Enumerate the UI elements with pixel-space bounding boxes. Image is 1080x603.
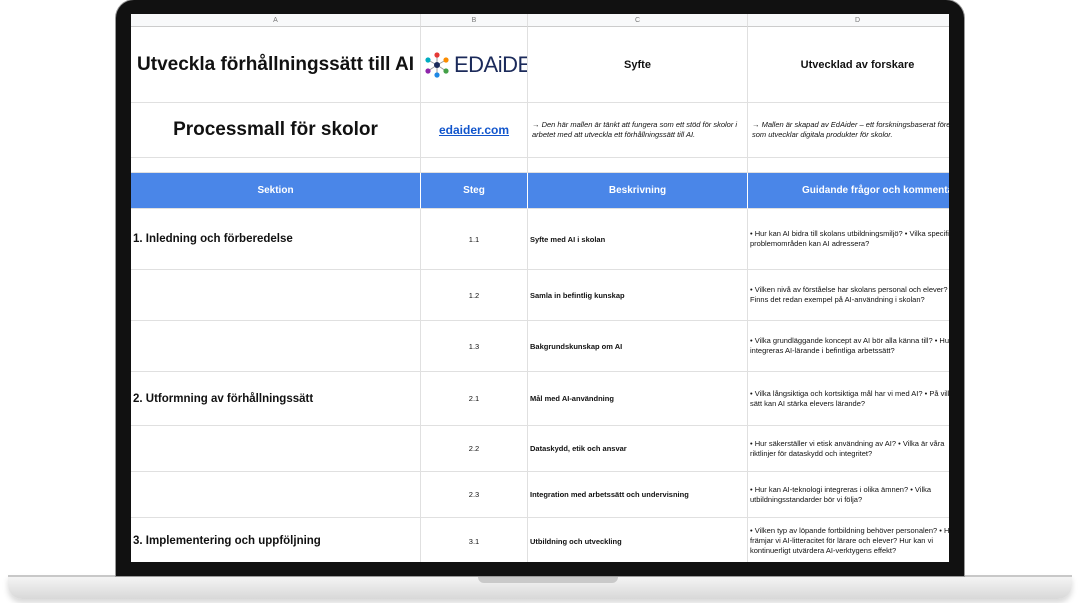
section-cell[interactable]: [131, 270, 421, 321]
step-cell[interactable]: 1.3: [421, 321, 528, 372]
guidance-cell[interactable]: • Vilka långsiktiga och kortsiktiga mål …: [748, 372, 949, 426]
sheet-title[interactable]: Utveckla förhållningssätt till AI: [131, 27, 421, 103]
purpose-note[interactable]: → Den här mallen är tänkt att fungera so…: [528, 103, 748, 158]
table-header-guidance[interactable]: Guidande frågor och kommentarer: [748, 173, 949, 209]
section-cell[interactable]: 1. Inledning och förberedelse: [131, 209, 421, 270]
description-cell[interactable]: Integration med arbetssätt och undervisn…: [528, 472, 748, 518]
section-cell[interactable]: [131, 472, 421, 518]
guidance-cell[interactable]: • Hur kan AI bidra till skolans utbildni…: [748, 209, 949, 270]
logo-wordmark: EDAiDER: [454, 51, 527, 77]
table-header-description[interactable]: Beskrivning: [528, 173, 748, 209]
column-header-b[interactable]: B: [421, 14, 528, 27]
developed-by-label[interactable]: Utvecklad av forskare: [748, 27, 949, 103]
step-cell[interactable]: 1.2: [421, 270, 528, 321]
sheet-subtitle[interactable]: Processmall för skolor: [131, 103, 421, 158]
description-cell[interactable]: Syfte med AI i skolan: [528, 209, 748, 270]
spacer-cell[interactable]: [131, 158, 421, 173]
section-cell[interactable]: 2. Utformning av förhållningssätt: [131, 372, 421, 426]
spacer-cell[interactable]: [528, 158, 748, 173]
step-cell[interactable]: 1.1: [421, 209, 528, 270]
table-header-step[interactable]: Steg: [421, 173, 528, 209]
laptop-base: [8, 575, 1072, 599]
logo-cell[interactable]: EDAiDER: [421, 27, 528, 103]
description-cell[interactable]: Samla in befintlig kunskap: [528, 270, 748, 321]
description-cell[interactable]: Bakgrundskunskap om AI: [528, 321, 748, 372]
section-cell[interactable]: [131, 426, 421, 472]
guidance-cell[interactable]: • Vilka grundläggande koncept av AI bör …: [748, 321, 949, 372]
step-cell[interactable]: 3.1: [421, 518, 528, 562]
guidance-cell[interactable]: • Vilken typ av löpande fortbildning beh…: [748, 518, 949, 562]
table-header-section[interactable]: Sektion: [131, 173, 421, 209]
purpose-note-text: → Den här mallen är tänkt att fungera so…: [532, 120, 738, 139]
guidance-cell[interactable]: • Vilken nivå av förståelse har skolans …: [748, 270, 949, 321]
column-header-a[interactable]: A: [131, 14, 421, 27]
guidance-cell[interactable]: • Hur kan AI-teknologi integreras i olik…: [748, 472, 949, 518]
step-cell[interactable]: 2.1: [421, 372, 528, 426]
spacer-cell[interactable]: [421, 158, 528, 173]
molecule-logo-icon: [425, 51, 449, 78]
description-cell[interactable]: Mål med AI-användning: [528, 372, 748, 426]
website-link[interactable]: edaider.com: [421, 103, 528, 158]
guidance-cell[interactable]: • Hur säkerställer vi etisk användning a…: [748, 426, 949, 472]
developed-by-note[interactable]: → Mallen är skapad av EdAider – ett fors…: [748, 103, 949, 158]
laptop-notch: [478, 577, 618, 583]
spacer-cell[interactable]: [748, 158, 949, 173]
description-cell[interactable]: Utbildning och utveckling: [528, 518, 748, 562]
description-cell[interactable]: Dataskydd, etik och ansvar: [528, 426, 748, 472]
column-header-d[interactable]: D: [748, 14, 949, 27]
purpose-label[interactable]: Syfte: [528, 27, 748, 103]
edaider-logo: EDAiDER: [423, 51, 527, 79]
developed-by-note-text: → Mallen är skapad av EdAider – ett fors…: [752, 120, 949, 139]
section-cell[interactable]: [131, 321, 421, 372]
laptop-screen: A B C D Utveckla förhållningssätt till A…: [131, 14, 949, 562]
step-cell[interactable]: 2.3: [421, 472, 528, 518]
column-header-c[interactable]: C: [528, 14, 748, 27]
spreadsheet-grid: A B C D Utveckla förhållningssätt till A…: [131, 14, 949, 562]
section-cell[interactable]: 3. Implementering och uppföljning: [131, 518, 421, 562]
step-cell[interactable]: 2.2: [421, 426, 528, 472]
